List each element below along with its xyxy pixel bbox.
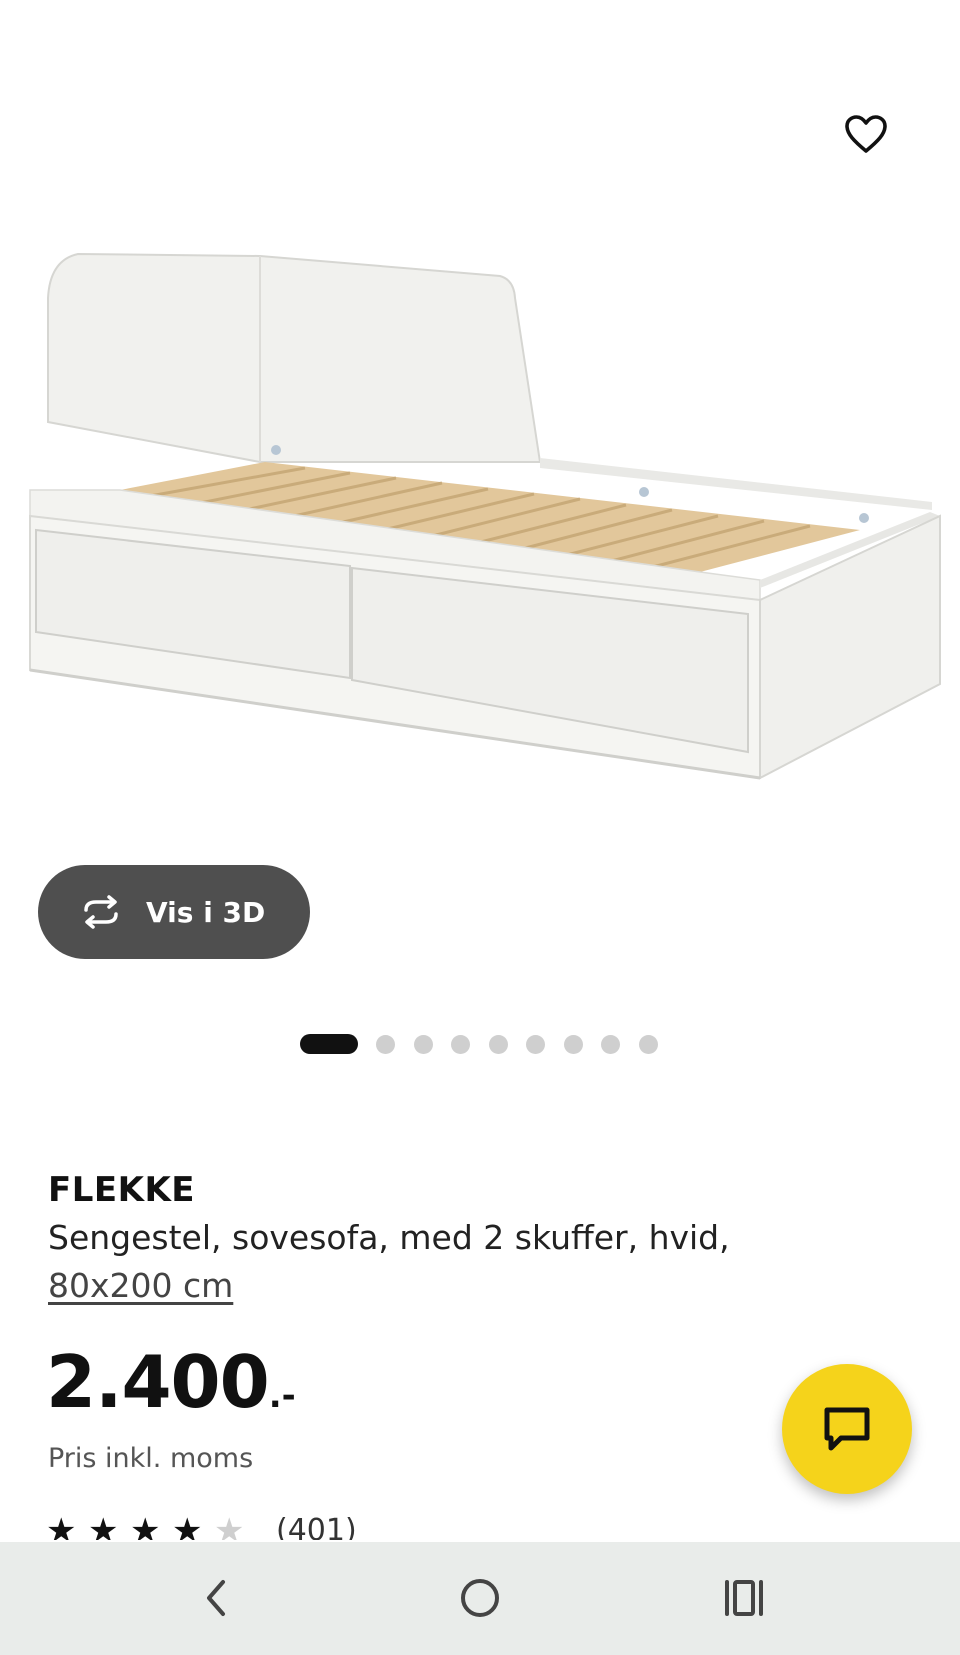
carousel-dot[interactable] (376, 1034, 395, 1054)
carousel-dot-active[interactable] (300, 1034, 358, 1054)
product-description-text: Sengestel, sovesofa, med 2 skuffer, hvid… (48, 1218, 730, 1257)
home-circle-icon (461, 1579, 499, 1617)
star-icon: ★ (88, 1514, 119, 1540)
favorite-button[interactable] (836, 104, 896, 164)
rating-stars: ★ ★ ★ ★ ★ (46, 1514, 256, 1540)
price-suffix: .- (268, 1376, 296, 1416)
carousel-dot[interactable] (563, 1034, 583, 1054)
product-size-link[interactable]: 80x200 cm (48, 1266, 233, 1305)
recent-apps-icon (725, 1580, 763, 1616)
price-amount: 2.400 (46, 1340, 270, 1424)
product-rating[interactable]: ★ ★ ★ ★ ★ (401) (46, 1514, 357, 1540)
rating-count: (401) (276, 1514, 357, 1540)
price-note: Pris inkl. moms (48, 1443, 254, 1474)
carousel-dot[interactable] (601, 1034, 620, 1054)
product-description: Sengestel, sovesofa, med 2 skuffer, hvid… (48, 1214, 808, 1310)
back-chevron-icon (207, 1580, 225, 1616)
nav-home-button[interactable] (450, 1568, 510, 1628)
product-name: FLEKKE (48, 1170, 196, 1210)
chat-button[interactable] (782, 1364, 912, 1494)
chat-bubble-icon (824, 1407, 870, 1451)
carousel-dot[interactable] (488, 1034, 508, 1054)
nav-recents-button[interactable] (714, 1568, 774, 1628)
nav-back-button[interactable] (186, 1568, 246, 1628)
heart-outline-icon (845, 115, 887, 153)
product-image[interactable] (0, 200, 960, 820)
carousel-indicator (300, 1034, 676, 1054)
carousel-dot[interactable] (451, 1034, 470, 1054)
rotate-arrows-icon (84, 895, 118, 929)
carousel-dot[interactable] (526, 1034, 545, 1054)
carousel-dot[interactable] (413, 1034, 433, 1054)
system-navigation-bar (0, 1542, 960, 1655)
view-3d-button[interactable]: Vis i 3D (38, 865, 310, 959)
carousel-dot[interactable] (638, 1034, 658, 1054)
star-half-icon: ★ (214, 1514, 245, 1540)
star-icon: ★ (172, 1514, 203, 1540)
product-price: 2.400 .- (46, 1340, 296, 1424)
star-icon: ★ (130, 1514, 161, 1540)
star-icon: ★ (46, 1514, 77, 1540)
view-3d-label: Vis i 3D (146, 895, 266, 929)
